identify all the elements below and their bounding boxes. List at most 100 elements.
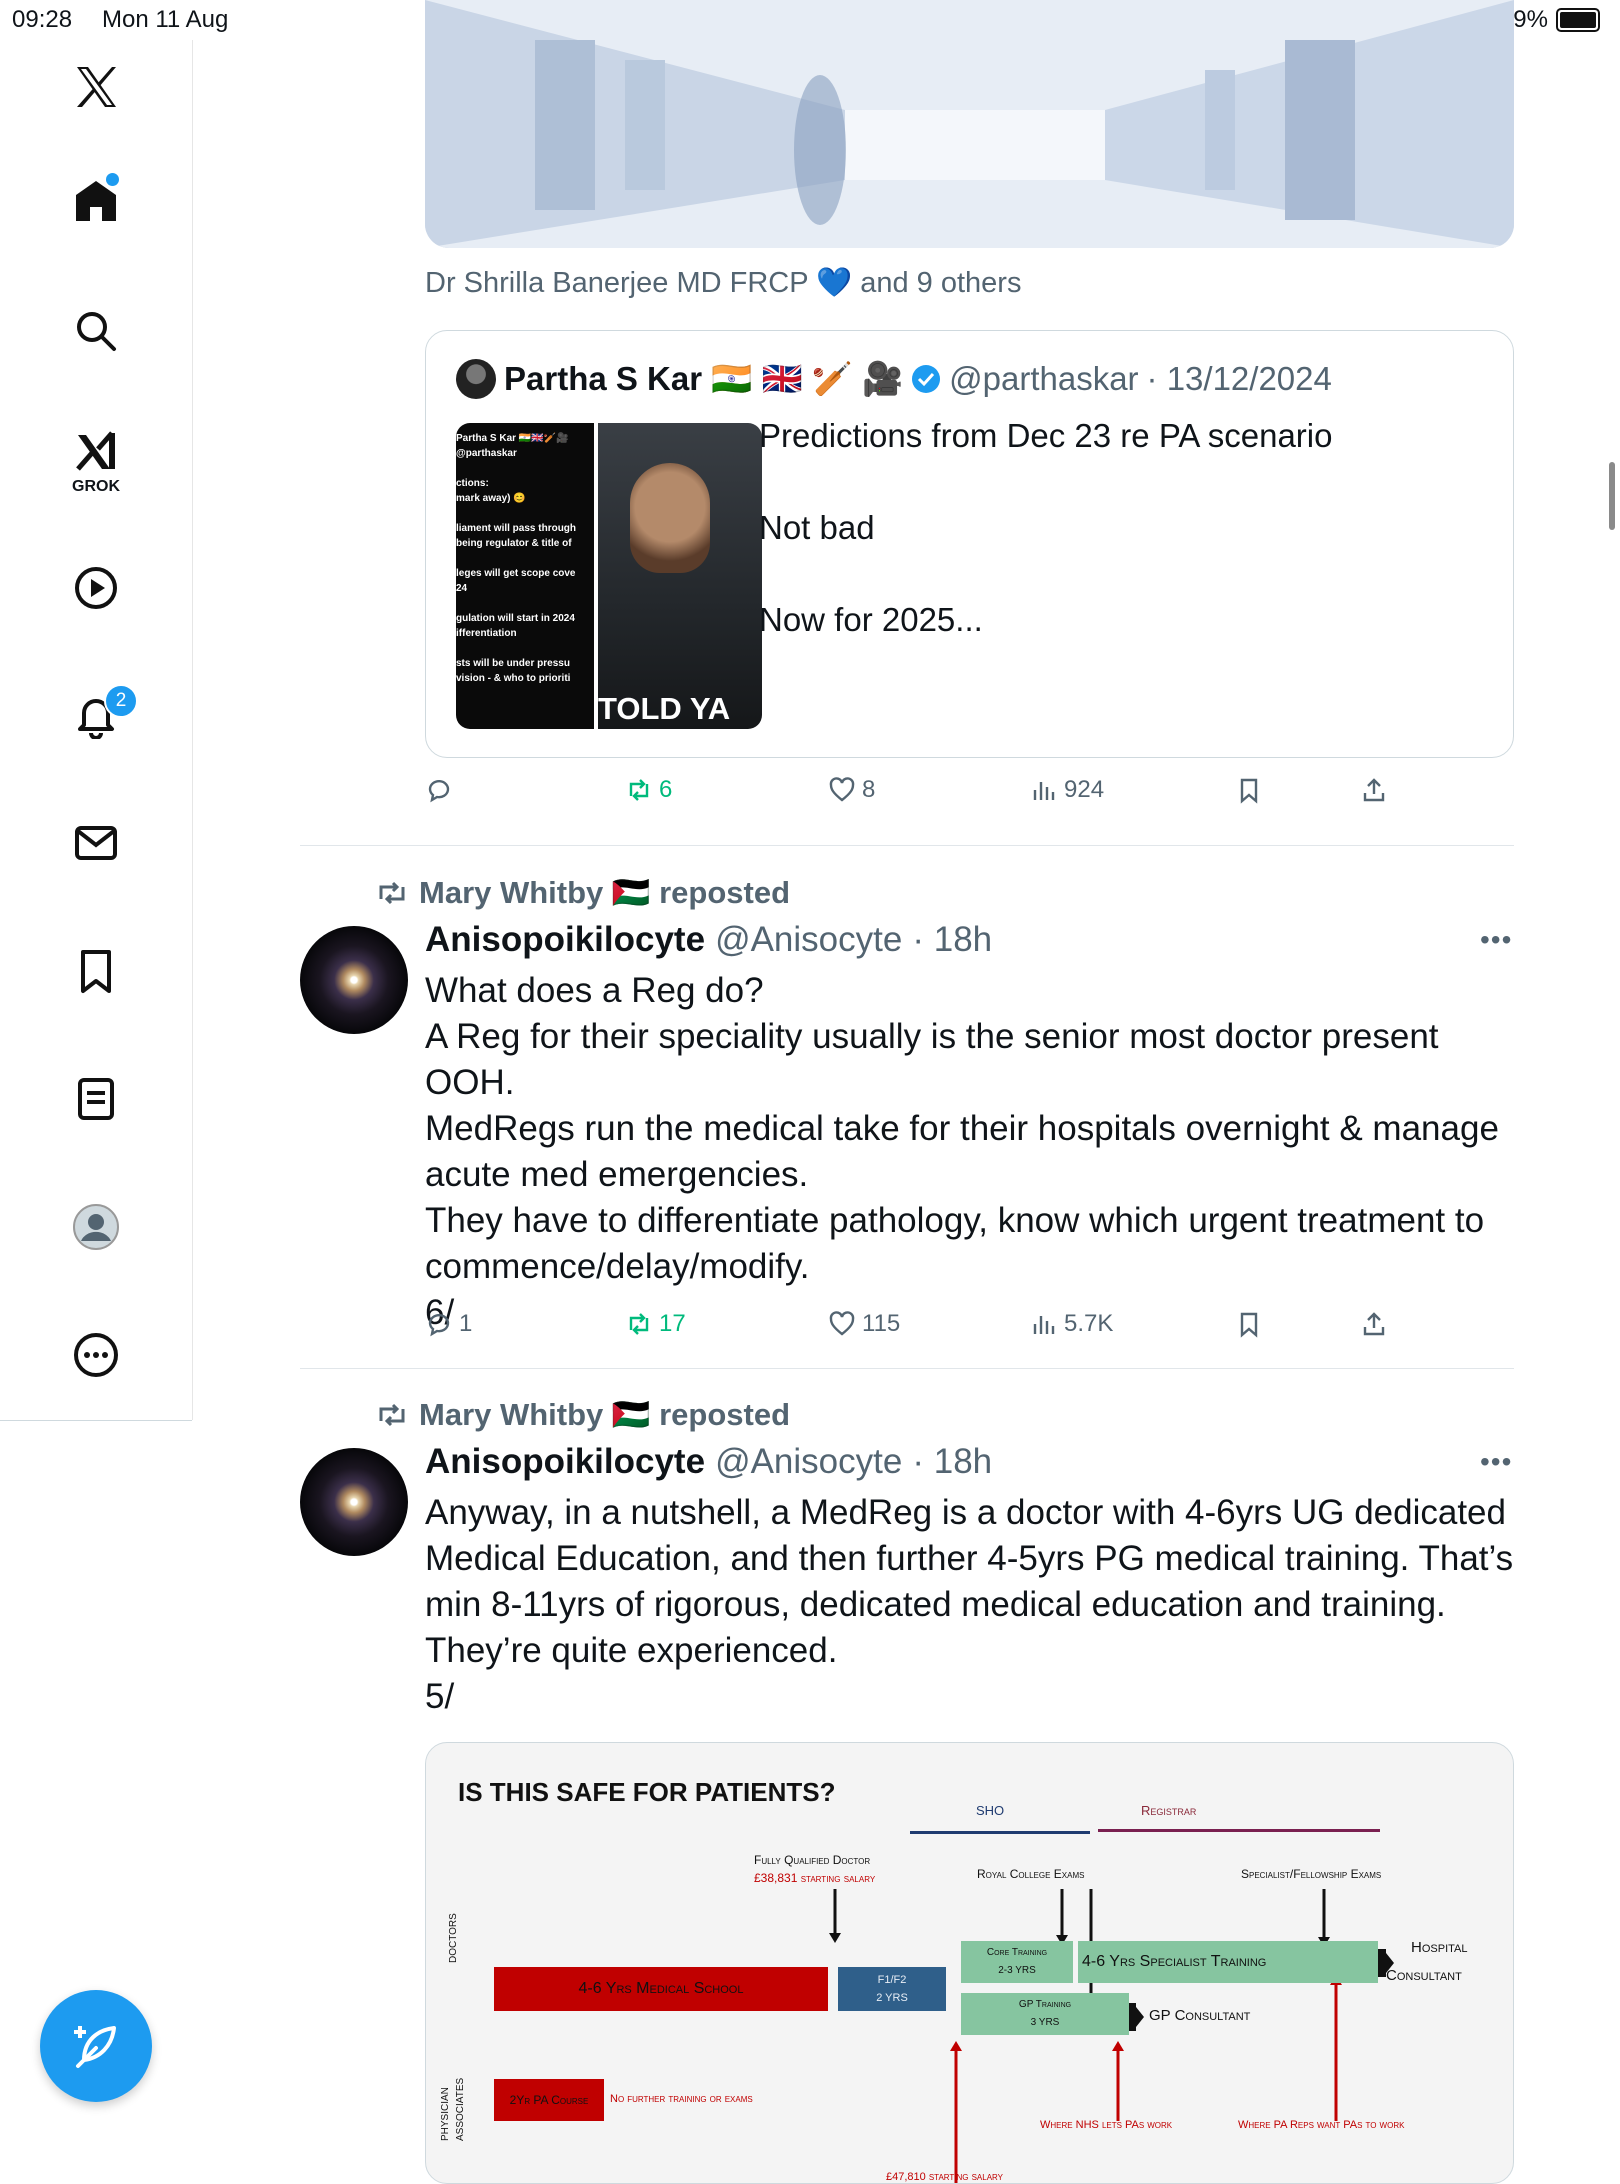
media-screenshot-text: Partha S Kar 🇮🇳🇬🇧🏏🎥 @parthaskar ctions: ma… [456,423,594,729]
repost-button[interactable]: 17 [625,1310,686,1338]
quote-author-name[interactable]: Partha S Kar 🇮🇳 🇬🇧 🏏 🎥 [504,360,903,399]
post-header: Anisopoikilocyte @Anisocyte · 18h [425,1442,992,1482]
quote-text-line [759,551,1332,597]
quote-date: · 13/12/2024 [1146,360,1332,397]
post-avatar-galaxy[interactable] [300,926,408,1034]
media-text-line: vision - & who to prioriti [456,673,571,684]
heart-icon [829,1311,855,1336]
views-chart-icon [1033,1316,1055,1334]
post-body: What does a Reg do? A Reg for their speci… [425,968,1525,1336]
post-time[interactable]: · 18h [912,1442,992,1482]
bookmark-icon [1240,1312,1258,1338]
home-icon[interactable] [51,166,141,236]
post-text-line: They have to differentiate pathology, kn… [425,1201,1485,1240]
profile-avatar-icon[interactable] [51,1192,141,1262]
bookmarks-icon[interactable] [51,936,141,1006]
views-chart-icon [1033,782,1055,800]
like-count: 115 [862,1310,901,1337]
grok-icon[interactable] [51,416,141,486]
liked-by-text[interactable]: Dr Shrilla Banerjee MD FRCP 💙 and 9 othe… [425,266,1021,300]
reply-button[interactable] [425,776,459,804]
repost-icon [629,1313,649,1335]
share-button[interactable] [1360,776,1388,804]
views-button[interactable]: 5.7K [1030,1310,1113,1338]
battery-icon [1556,8,1600,32]
media-text-line: leges will get scope cove [456,568,576,579]
nhs-lets-pas-label: Where NHS lets PAs work [1040,2119,1173,2131]
post-time[interactable]: · 18h [912,920,992,960]
share-button[interactable] [1360,1310,1388,1338]
bookmark-button[interactable] [1235,776,1263,804]
post-avatar-galaxy[interactable] [300,1448,408,1556]
status-date: Mon 11 Aug [102,6,229,33]
lists-icon[interactable] [51,1064,141,1134]
scrollbar[interactable] [1609,462,1615,530]
post-author-name[interactable]: Anisopoikilocyte [425,920,705,960]
post-text-line: 5/ [425,1677,455,1716]
repost-icon [629,779,649,801]
search-icon[interactable] [51,296,141,366]
compose-post-button[interactable] [40,1990,152,2102]
quote-media-image[interactable]: Partha S Kar 🇮🇳🇬🇧🏏🎥 @parthaskar ctions: ma… [456,423,762,729]
repost-count: 17 [659,1310,686,1337]
repost-button[interactable]: 6 [625,776,672,804]
media-text-line [456,596,594,611]
views-count: 5.7K [1064,1310,1114,1337]
quote-text-line: Now for 2025... [759,601,983,638]
share-icon [1363,778,1385,802]
sidebar-divider [0,1420,192,1421]
like-button[interactable]: 8 [828,776,875,804]
core-training-years: 2-3 YRS [998,1965,1036,1976]
views-count: 924 [1064,776,1105,803]
like-button[interactable]: 115 [828,1310,900,1338]
f1f2-bar: F1/F2 2 YRS [838,1967,946,2011]
media-text-line: mark away) 😊 [456,493,526,504]
post-author-handle[interactable]: @Anisocyte [715,1442,902,1482]
views-button[interactable]: 924 [1030,776,1104,804]
infographic-image[interactable]: IS THIS SAFE FOR PATIENTS? SHO Registrar… [425,1742,1514,2184]
post-author-name[interactable]: Anisopoikilocyte [425,1442,705,1482]
pa-salary-label: £47,810 starting salary [886,2171,1004,2183]
post-more-icon[interactable]: ••• [1480,1446,1512,1478]
more-options-icon[interactable] [51,1320,141,1390]
post-more-icon[interactable]: ••• [1480,924,1512,956]
post-author-handle[interactable]: @Anisocyte [715,920,902,960]
post-divider [300,845,1514,846]
gp-training-years: 3 YRS [1030,2017,1060,2028]
post-text-line: A Reg for their speciality usually is th… [425,1017,1439,1102]
reply-button[interactable]: 1 [425,1310,472,1338]
media-caption: TOLD YA [598,691,731,726]
core-training-label: Core Training [986,1947,1048,1958]
verified-badge-icon [912,365,941,393]
messages-mail-icon[interactable] [51,808,141,878]
no-further-training-label: No further training or exams [610,2093,753,2105]
bookmark-icon [1240,778,1258,804]
home-unread-dot [106,173,119,186]
pa-row-label-1: PHYSICIAN [440,2087,451,2141]
media-text-line: being regulator & title of [456,538,572,549]
media-text-line [456,461,594,476]
specialist-training-bar: 4-6 Yrs Specialist Training [1078,1941,1378,1983]
x-logo-icon[interactable] [51,52,141,122]
bookmark-button[interactable] [1235,1310,1263,1338]
post-text-line: Anyway, in a nutshell, a MedReg is a doc… [425,1493,1506,1532]
repost-small-icon [379,1403,405,1426]
reply-icon [428,1314,450,1337]
quote-avatar[interactable] [456,359,496,399]
hospital-corridor-image[interactable] [425,0,1514,248]
gp-training-bar: GP Training 3 YRS [961,1993,1129,2035]
media-text-line: liament will pass through [456,523,577,534]
pa-course-label: 2Yr PA Course [509,2093,589,2107]
media-gif-frame: TOLD YA [598,423,762,729]
quote-author-handle[interactable]: @parthaskar [949,360,1138,398]
quoted-tweet-card[interactable]: Partha S Kar 🇮🇳 🇬🇧 🏏 🎥 @parthaskar · 13/… [425,330,1514,758]
repost-indicator[interactable]: Mary Whitby 🇵🇸 reposted [375,874,790,911]
media-text-line: @parthaskar [456,448,517,459]
repost-indicator[interactable]: Mary Whitby 🇵🇸 reposted [375,1396,790,1433]
f1f2-years: 2 YRS [876,1992,908,2004]
media-text-line [456,506,594,521]
media-text-line: sts will be under pressu [456,658,570,669]
quote-text: Predictions from Dec 23 re PA scenario N… [759,413,1332,643]
video-play-icon[interactable] [51,553,141,623]
post-text-line: Medical Education, and then further 4-5y… [425,1539,1514,1578]
